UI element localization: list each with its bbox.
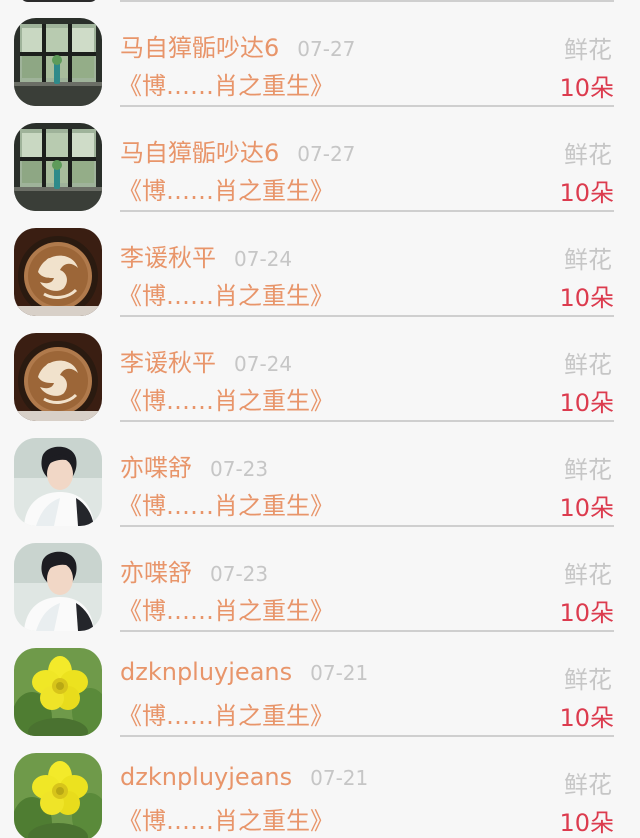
- gift-type: 鲜花: [564, 456, 612, 484]
- yellow-flower-avatar-icon[interactable]: [14, 648, 102, 736]
- name-line: 亦喋舒 07-23: [120, 448, 268, 482]
- book-title[interactable]: 《博……肖之重生》: [118, 381, 334, 416]
- book-title[interactable]: 《博……肖之重生》: [118, 486, 334, 521]
- list-item[interactable]: 马自獐骺吵达6 07-27 《博……肖之重生》 鲜花 10朵: [0, 107, 640, 212]
- gift-amount: 10朵: [559, 494, 614, 522]
- gift-type: 鲜花: [564, 246, 612, 274]
- gift-date: 07-23: [210, 562, 269, 586]
- gift-type: 鲜花: [564, 771, 612, 799]
- portrait-avatar-icon[interactable]: [14, 543, 102, 631]
- gift-amount: 10朵: [559, 179, 614, 207]
- gift-type: 鲜花: [564, 666, 612, 694]
- name-line: dzknpluyjeans 07-21: [120, 763, 368, 797]
- yellow-flower-avatar-icon[interactable]: [14, 753, 102, 838]
- user-name[interactable]: 李谖秋平: [120, 343, 216, 378]
- user-name[interactable]: 李谖秋平: [120, 238, 216, 273]
- book-title[interactable]: 《博……肖之重生》: [118, 66, 334, 101]
- gift-date: 07-24: [234, 247, 293, 271]
- book-title[interactable]: 《博……肖之重生》: [118, 801, 334, 836]
- name-line: 李谖秋平 07-24: [120, 238, 292, 272]
- book-title[interactable]: 《博……肖之重生》: [118, 171, 334, 206]
- list-item[interactable]: dzknpluyjeans 07-21 《博……肖之重生》 鲜花 10朵: [0, 737, 640, 838]
- window-plant-avatar-icon[interactable]: [14, 123, 102, 211]
- book-title[interactable]: 《博……肖之重生》: [118, 696, 334, 731]
- list-item[interactable]: 李谖秋平 07-24 《博……肖之重生》 鲜花 10朵: [0, 212, 640, 317]
- list-item[interactable]: 亦喋舒 07-23 《博……肖之重生》 鲜花 10朵: [0, 527, 640, 632]
- portrait-avatar-icon[interactable]: [14, 438, 102, 526]
- gift-amount: 10朵: [559, 284, 614, 312]
- name-line: 马自獐骺吵达6 07-27: [120, 133, 355, 167]
- flower-gift-list: 马自獐骺吵达6 07-27 《博……肖之重生》 鲜花 10朵 马自獐骺吵达6 0…: [0, 0, 640, 838]
- gift-date: 07-27: [297, 37, 356, 61]
- list-item[interactable]: dzknpluyjeans 07-21 《博……肖之重生》 鲜花 10朵: [0, 632, 640, 737]
- gift-date: 07-24: [234, 352, 293, 376]
- book-title[interactable]: 《博……肖之重生》: [118, 591, 334, 626]
- user-name[interactable]: 亦喋舒: [120, 553, 192, 588]
- gift-type: 鲜花: [564, 561, 612, 589]
- book-title[interactable]: 《博……肖之重生》: [118, 276, 334, 311]
- gift-date: 07-23: [210, 457, 269, 481]
- gift-date: 07-21: [310, 766, 369, 790]
- gift-type: 鲜花: [564, 141, 612, 169]
- gift-date: 07-21: [310, 661, 369, 685]
- gift-type: 鲜花: [564, 351, 612, 379]
- gift-amount: 10朵: [559, 74, 614, 102]
- user-name[interactable]: 马自獐骺吵达6: [120, 28, 279, 63]
- user-name[interactable]: 亦喋舒: [120, 448, 192, 483]
- name-line: 李谖秋平 07-24: [120, 343, 292, 377]
- name-line: dzknpluyjeans 07-21: [120, 658, 368, 692]
- gift-date: 07-27: [297, 142, 356, 166]
- gift-type: 鲜花: [564, 36, 612, 64]
- name-line: 亦喋舒 07-23: [120, 553, 268, 587]
- gift-amount: 10朵: [559, 599, 614, 627]
- latte-art-avatar-icon[interactable]: [14, 333, 102, 421]
- gift-amount: 10朵: [559, 704, 614, 732]
- user-name[interactable]: dzknpluyjeans: [120, 658, 292, 686]
- name-line: 马自獐骺吵达6 07-27: [120, 28, 355, 62]
- user-name[interactable]: dzknpluyjeans: [120, 763, 292, 791]
- list-item[interactable]: 李谖秋平 07-24 《博……肖之重生》 鲜花 10朵: [0, 317, 640, 422]
- gift-amount: 10朵: [559, 809, 614, 837]
- list-item[interactable]: 马自獐骺吵达6 07-27 《博……肖之重生》 鲜花 10朵: [0, 2, 640, 107]
- window-plant-avatar-icon[interactable]: [14, 18, 102, 106]
- list-item[interactable]: 亦喋舒 07-23 《博……肖之重生》 鲜花 10朵: [0, 422, 640, 527]
- latte-art-avatar-icon[interactable]: [14, 228, 102, 316]
- user-name[interactable]: 马自獐骺吵达6: [120, 133, 279, 168]
- gift-amount: 10朵: [559, 389, 614, 417]
